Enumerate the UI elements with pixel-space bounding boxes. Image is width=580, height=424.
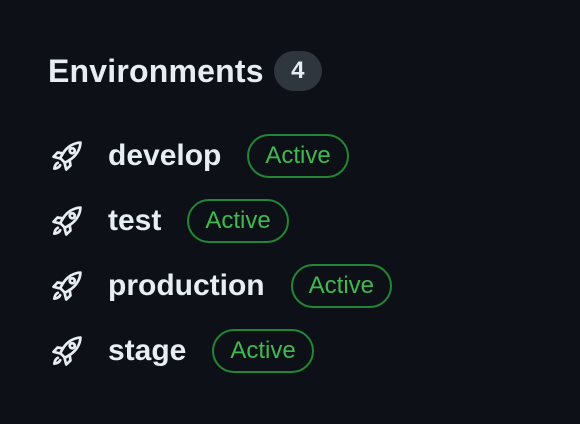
environment-link-stage[interactable]: stage	[108, 334, 186, 368]
environments-title: Environments	[48, 52, 264, 89]
status-badge-develop: Active	[247, 134, 349, 178]
status-badge-test: Active	[187, 199, 289, 243]
status-badge-production: Active	[290, 264, 392, 308]
environment-item-develop: develop Active	[48, 134, 392, 178]
rocket-icon	[48, 202, 86, 240]
environment-item-production: production Active	[48, 264, 392, 308]
environments-count-badge: 4	[273, 51, 322, 91]
environment-item-test: test Active	[48, 199, 392, 243]
rocket-icon	[48, 332, 86, 370]
environment-item-stage: stage Active	[48, 329, 392, 373]
environments-panel: Environments 4 develop Active test Activ…	[48, 46, 392, 394]
environment-link-production[interactable]: production	[108, 269, 265, 303]
environment-link-develop[interactable]: develop	[108, 139, 221, 173]
rocket-icon	[48, 137, 86, 175]
environments-header: Environments 4	[48, 46, 392, 96]
environments-list: develop Active test Active production Ac…	[48, 134, 392, 373]
rocket-icon	[48, 267, 86, 305]
environment-link-test[interactable]: test	[108, 204, 161, 238]
status-badge-stage: Active	[212, 329, 314, 373]
